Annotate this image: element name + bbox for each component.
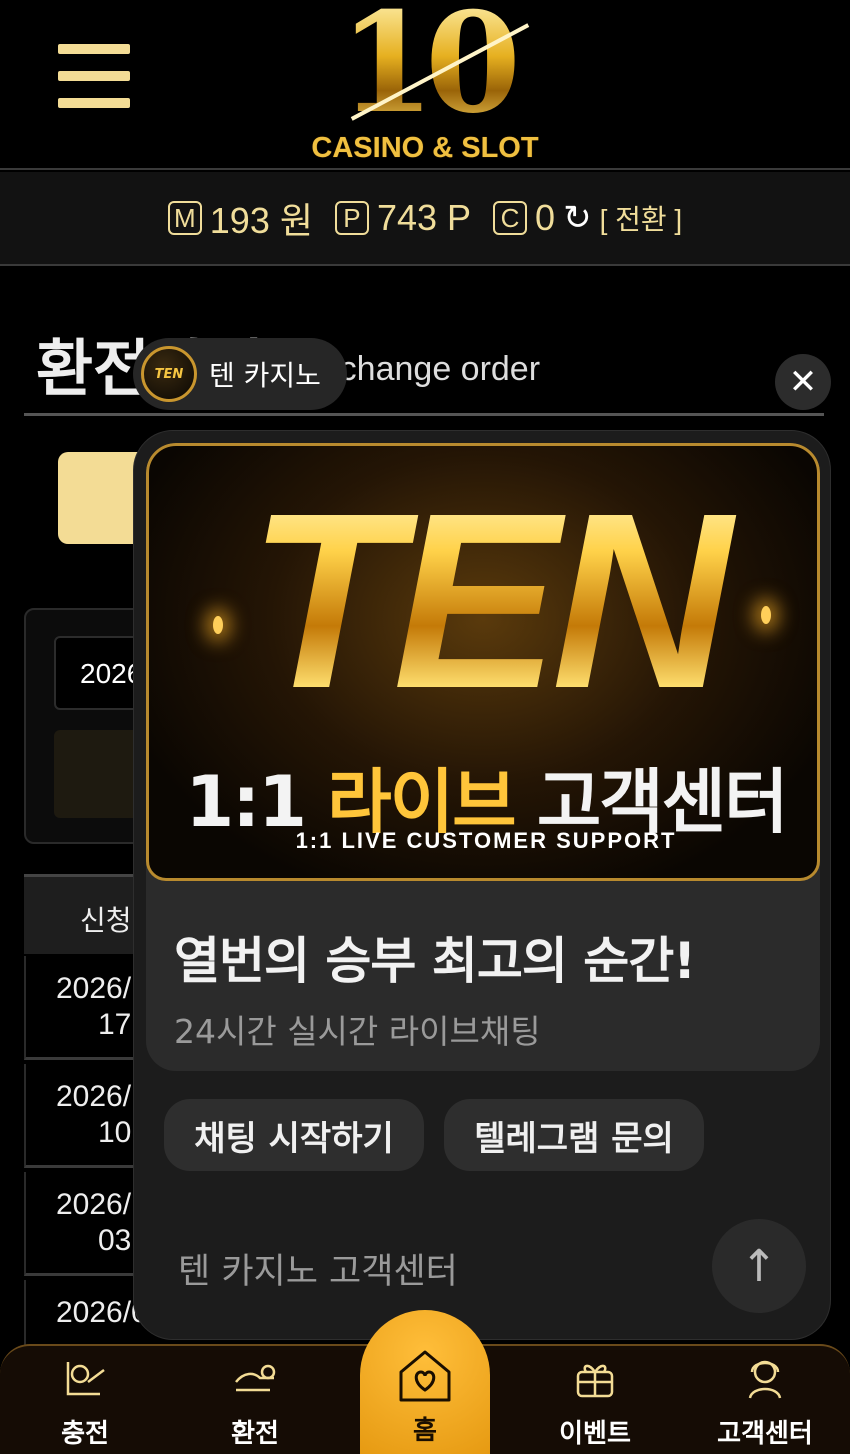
row-time: 17 bbox=[98, 1008, 132, 1041]
chat-panel: TEN 1:1 라이브 고객센터 1:1 LIVE CUSTOMER SUPPO… bbox=[133, 430, 831, 1340]
money-icon: M bbox=[167, 201, 202, 235]
arrow-up-icon[interactable]: ↑ bbox=[712, 1219, 806, 1313]
row-time: 10 bbox=[98, 1116, 132, 1149]
row-date: 2026/ bbox=[56, 1188, 132, 1221]
switch-button[interactable]: [ 전환 ] bbox=[600, 198, 683, 238]
coin-value: 0 bbox=[535, 197, 556, 238]
nav-event-label: 이벤트 bbox=[559, 1419, 631, 1449]
logo-subtitle: CASINO & SLOT bbox=[311, 132, 539, 164]
withdraw-icon bbox=[235, 1364, 276, 1392]
nav-home-label: 홈 bbox=[413, 1416, 437, 1446]
telegram-inquiry-button[interactable]: 텔레그램 문의 bbox=[444, 1099, 704, 1171]
row-date: 2026/ bbox=[56, 972, 132, 1005]
point-value: 743 P bbox=[376, 197, 472, 238]
chat-subtext: 24시간 실시간 라이브채팅 bbox=[174, 1012, 541, 1051]
table-header-date: 신청 bbox=[80, 904, 132, 937]
nav-support-label: 고객센터 bbox=[717, 1419, 813, 1449]
nav-event[interactable]: 이벤트 bbox=[520, 1346, 670, 1454]
chat-footer-label: 텐 카지노 고객센터 bbox=[178, 1252, 458, 1292]
support-banner: TEN 1:1 라이브 고객센터 1:1 LIVE CUSTOMER SUPPO… bbox=[146, 443, 820, 881]
menu-icon[interactable] bbox=[58, 44, 130, 108]
banner-english: 1:1 LIVE CUSTOMER SUPPORT bbox=[295, 828, 677, 853]
row-date: 2026/ bbox=[56, 1080, 132, 1113]
banner-title: TEN bbox=[149, 476, 817, 726]
nav-deposit[interactable]: 충전 bbox=[10, 1346, 160, 1454]
home-heart-icon bbox=[399, 1350, 451, 1402]
row-time: 03 bbox=[98, 1224, 132, 1257]
nav-home[interactable]: 홈 bbox=[360, 1310, 490, 1454]
point-icon: P bbox=[334, 201, 369, 235]
start-chat-button[interactable]: 채팅 시작하기 bbox=[164, 1099, 424, 1171]
site-logo[interactable]: 10 CASINO & SLOT bbox=[300, 0, 550, 168]
headset-icon bbox=[748, 1360, 782, 1399]
money-value: 193 원 bbox=[209, 200, 313, 241]
top-header: 10 CASINO & SLOT bbox=[0, 0, 850, 170]
chat-agent-pill[interactable]: TEN 텐 카지노 bbox=[133, 338, 347, 410]
coin-balance: C 0 ↻ [ 전환 ] bbox=[493, 197, 682, 239]
nav-withdraw-label: 환전 bbox=[231, 1419, 279, 1449]
page-divider bbox=[24, 413, 824, 416]
close-icon[interactable]: ✕ bbox=[775, 354, 831, 410]
gift-icon bbox=[576, 1364, 614, 1398]
logo-number: 10 bbox=[300, 0, 550, 132]
money-balance: M 193 원 bbox=[167, 192, 313, 244]
agent-avatar: TEN bbox=[141, 346, 197, 402]
chat-headline: 열번의 승부 최고의 순간! bbox=[174, 932, 696, 990]
refresh-icon[interactable]: ↻ bbox=[563, 198, 592, 238]
coin-icon: C bbox=[493, 201, 528, 235]
point-balance: P 743 P bbox=[334, 197, 472, 239]
deposit-icon bbox=[66, 1362, 105, 1396]
nav-deposit-label: 충전 bbox=[61, 1419, 109, 1449]
nav-support[interactable]: 고객센터 bbox=[690, 1346, 840, 1454]
agent-name: 텐 카지노 bbox=[209, 359, 321, 392]
balance-bar: M 193 원 P 743 P C 0 ↻ [ 전환 ] bbox=[0, 172, 850, 266]
nav-withdraw[interactable]: 환전 bbox=[180, 1346, 330, 1454]
chat-welcome-card: TEN 1:1 라이브 고객센터 1:1 LIVE CUSTOMER SUPPO… bbox=[146, 443, 820, 1071]
